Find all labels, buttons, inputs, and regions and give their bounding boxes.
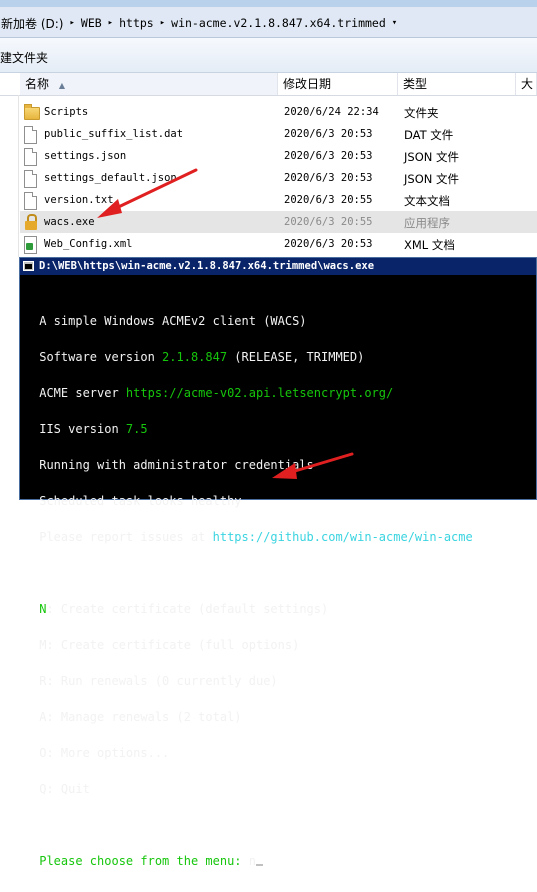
- console-acme-label: ACME server: [32, 386, 126, 400]
- console-line-client: A simple Windows ACMEv2 client (WACS): [32, 314, 307, 328]
- file-type: 文件夹: [404, 106, 439, 120]
- lock-icon: [24, 214, 38, 230]
- column-header-name-label: 名称: [25, 77, 50, 91]
- console-title-bar[interactable]: D:\WEB\https\win-acme.v2.1.8.847.x64.tri…: [20, 258, 536, 275]
- document-icon: [24, 148, 37, 166]
- file-type: XML 文档: [404, 238, 455, 252]
- file-date: 2020/6/3 20:53: [284, 128, 373, 140]
- console-prompt: Please choose from the menu:: [32, 854, 249, 868]
- menu-key-n: N: [32, 602, 47, 616]
- column-header-type-label: 类型: [403, 77, 428, 91]
- chevron-down-icon[interactable]: ▾: [387, 18, 402, 28]
- navigation-pane-edge: [0, 95, 19, 257]
- file-row-version[interactable]: version.txt 2020/6/3 20:55 文本文档: [20, 189, 537, 211]
- file-date: 2020/6/3 20:55: [284, 194, 373, 206]
- sort-ascending-icon: ▲: [58, 81, 65, 90]
- menu-option-more: : More options...: [46, 746, 170, 760]
- toolbar: 建文件夹: [0, 38, 537, 73]
- file-type: 文本文档: [404, 194, 450, 208]
- column-header-size-label: 大: [521, 77, 534, 91]
- menu-option-quit: : Quit: [46, 782, 90, 796]
- breadcrumb-drive[interactable]: 新加卷 (D:): [0, 15, 64, 32]
- xml-icon: [24, 236, 37, 254]
- document-icon: [24, 170, 37, 188]
- console-iis-label: IIS version: [32, 422, 126, 436]
- column-header-type[interactable]: 类型: [398, 73, 516, 95]
- file-name: version.txt: [44, 194, 114, 206]
- document-icon: [24, 126, 37, 144]
- file-type: JSON 文件: [404, 150, 460, 164]
- file-date: 2020/6/3 20:53: [284, 172, 373, 184]
- console-icon: [23, 261, 34, 271]
- menu-option-run-renewals: : Run renewals (0 currently due): [46, 674, 278, 688]
- file-name: Web_Config.xml: [44, 238, 133, 250]
- file-date: 2020/6/24 22:34: [284, 106, 379, 118]
- breadcrumb-https[interactable]: https: [118, 16, 155, 30]
- console-window[interactable]: D:\WEB\https\win-acme.v2.1.8.847.x64.tri…: [19, 257, 537, 867]
- console-iis-version: 7.5: [125, 422, 148, 436]
- menu-key-o: O: [32, 746, 47, 760]
- window-title-strip: [0, 0, 537, 7]
- address-bar[interactable]: 新加卷 (D:) ▸ WEB ▸ https ▸ win-acme.v2.1.8…: [0, 7, 537, 38]
- console-input[interactable]: n: [249, 854, 256, 868]
- file-name: public_suffix_list.dat: [44, 128, 184, 140]
- console-line-task: Scheduled task looks healthy: [32, 494, 242, 508]
- console-output: A simple Windows ACMEv2 client (WACS) So…: [32, 291, 473, 891]
- file-type: DAT 文件: [404, 128, 454, 142]
- console-line-admin: Running with administrator credentials: [32, 458, 314, 472]
- column-header-date-label: 修改日期: [283, 77, 332, 91]
- file-name: settings.json: [44, 150, 127, 162]
- console-report-url: https://github.com/win-acme/win-acme: [212, 530, 473, 544]
- column-header-date[interactable]: 修改日期: [278, 73, 398, 95]
- chevron-right-icon[interactable]: ▸: [64, 18, 79, 28]
- file-name: wacs.exe: [44, 216, 95, 228]
- column-header-size[interactable]: 大: [516, 73, 537, 95]
- menu-key-r: R: [32, 674, 47, 688]
- chevron-right-icon[interactable]: ▸: [155, 18, 170, 28]
- menu-option-manage-renewals: : Manage renewals (2 total): [46, 710, 242, 724]
- console-acme-url: https://acme-v02.api.letsencrypt.org/: [125, 386, 394, 400]
- menu-key-q: Q: [32, 782, 47, 796]
- chevron-right-icon[interactable]: ▸: [103, 18, 118, 28]
- file-row-settings-default[interactable]: settings_default.json 2020/6/3 20:53 JSO…: [20, 167, 537, 189]
- menu-key-m: M: [32, 638, 47, 652]
- console-software-suffix: (RELEASE, TRIMMED): [227, 350, 365, 364]
- console-cursor: [255, 864, 263, 866]
- new-folder-button[interactable]: 建文件夹: [0, 49, 48, 66]
- menu-key-a: A: [32, 710, 47, 724]
- menu-option-create-default: : Create certificate (default settings): [46, 602, 329, 616]
- file-date: 2020/6/3 20:53: [284, 238, 373, 250]
- file-row-settings[interactable]: settings.json 2020/6/3 20:53 JSON 文件: [20, 145, 537, 167]
- file-row-wacs-exe[interactable]: wacs.exe 2020/6/3 20:55 应用程序: [20, 211, 537, 233]
- column-header-name[interactable]: 名称 ▲: [20, 73, 278, 95]
- console-software-version: 2.1.8.847: [162, 350, 228, 364]
- document-icon: [24, 192, 37, 210]
- console-report-label: Please report issues at: [32, 530, 213, 544]
- file-name: settings_default.json: [44, 172, 177, 184]
- folder-icon: [24, 104, 40, 120]
- file-name: Scripts: [44, 106, 89, 118]
- file-row-web-config[interactable]: Web_Config.xml 2020/6/3 20:53 XML 文档: [20, 233, 537, 255]
- file-row-scripts[interactable]: Scripts 2020/6/24 22:34 文件夹: [20, 101, 537, 123]
- menu-option-create-full: : Create certificate (full options): [46, 638, 300, 652]
- console-software-label: Software version: [32, 350, 163, 364]
- breadcrumb-win-acme[interactable]: win-acme.v2.1.8.847.x64.trimmed: [170, 16, 387, 30]
- breadcrumb: 新加卷 (D:) ▸ WEB ▸ https ▸ win-acme.v2.1.8…: [0, 14, 402, 32]
- file-type: JSON 文件: [404, 172, 460, 186]
- file-date: 2020/6/3 20:53: [284, 150, 373, 162]
- file-date: 2020/6/3 20:55: [284, 216, 373, 228]
- breadcrumb-web[interactable]: WEB: [80, 16, 103, 30]
- console-title: D:\WEB\https\win-acme.v2.1.8.847.x64.tri…: [39, 260, 375, 272]
- file-type: 应用程序: [404, 216, 450, 230]
- column-headers: 名称 ▲ 修改日期 类型 大: [0, 73, 537, 96]
- file-row-public-suffix-list[interactable]: public_suffix_list.dat 2020/6/3 20:53 DA…: [20, 123, 537, 145]
